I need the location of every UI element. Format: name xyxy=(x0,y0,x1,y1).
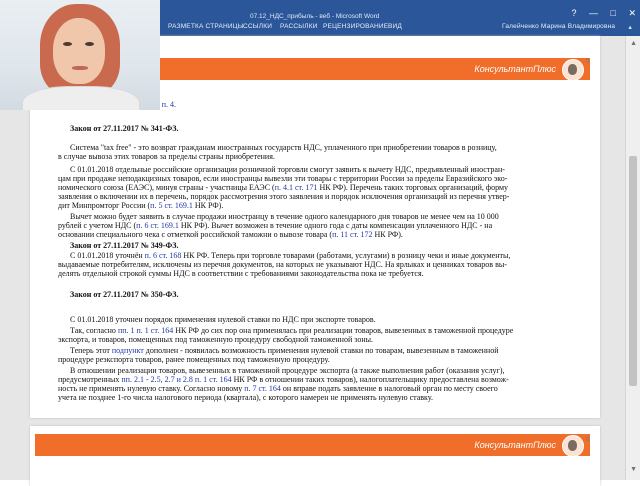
paragraph-line: дит Минпромторг России (п. 5 ст. 169.1 Н… xyxy=(58,201,224,210)
consultant-plus-logo-icon xyxy=(562,435,584,457)
paragraph-line: предусмотренных пп. 2.1 - 2.5, 2.7 и 2.8… xyxy=(58,375,509,384)
paragraph-line: С 01.01.2018 уточнён п. 6 ст. 168 НК РФ.… xyxy=(70,251,511,260)
law-link[interactable]: подпункт xyxy=(112,346,144,355)
paragraph-line: основании специального чека с отметкой р… xyxy=(58,230,403,239)
paragraph-line: Вычет можно будет заявить в случае прода… xyxy=(70,212,499,221)
law-link[interactable]: пп. 1 п. 1 ст. 164 xyxy=(118,326,173,335)
consultant-plus-brand: КонсультантПлюс xyxy=(474,64,556,74)
tab-page-layout[interactable]: РАЗМЕТКА СТРАНИЦЫ xyxy=(168,23,244,30)
close-icon[interactable]: ✕ xyxy=(628,8,636,18)
law-350-heading: Закон от 27.11.2017 № 350-ФЗ. xyxy=(70,290,179,299)
minimize-icon[interactable]: — xyxy=(589,8,598,18)
document-page-next: КонсультантПлюс 6 xyxy=(30,426,600,486)
window-title: 07.12_НДС_прибыль - веб - Microsoft Word xyxy=(250,13,380,20)
page-number: 5 xyxy=(586,58,590,65)
consultant-plus-logo-icon xyxy=(562,59,584,81)
law-link[interactable]: п. 11 ст. 172 xyxy=(332,230,372,239)
tab-view[interactable]: ВИД xyxy=(388,23,402,30)
tab-review[interactable]: РЕЦЕНЗИРОВАНИЕ xyxy=(323,23,388,30)
paragraph-line: цам при продаже неподакцизных товаров, е… xyxy=(58,174,508,183)
tab-mailings[interactable]: РАССЫЛКИ xyxy=(280,23,318,30)
paragraph-line: В отношении реализации товаров, вывезенн… xyxy=(70,366,505,375)
user-name[interactable]: Галейченко Марина Владимировна xyxy=(502,23,615,30)
help-icon[interactable]: ? xyxy=(571,8,576,18)
law-link[interactable]: п. 7 ст. 164 xyxy=(244,384,281,393)
paragraph-line: рублей с учетом НДС (п. 6 ст. 169.1 НК Р… xyxy=(58,221,493,230)
paragraph-line: выдаваемые потребителям, исключены из пе… xyxy=(58,260,507,269)
consultant-plus-header: КонсультантПлюс xyxy=(35,434,590,457)
paragraph-line: делять отдельной строкой суммы НДС в соо… xyxy=(58,269,424,278)
law-341-heading: Закон от 27.11.2017 № 341-ФЗ. xyxy=(70,124,179,133)
paragraph-line: учета не позднее 1-го числа налогового п… xyxy=(58,393,434,402)
paragraph-line: номического союза (ЕАЭС), минуя страны -… xyxy=(58,183,509,192)
scrollbar-thumb[interactable] xyxy=(629,156,637,386)
chevron-up-icon[interactable]: ▴ xyxy=(629,23,632,31)
paragraph-line: заявления о включении их в перечень, пор… xyxy=(58,192,510,201)
paragraph-line: С 01.01.2018 отдельные российские органи… xyxy=(70,165,505,174)
paragraph-line: Система "tax free" - это возврат граждан… xyxy=(70,143,497,152)
scroll-down-icon[interactable]: ▼ xyxy=(630,466,637,473)
paragraph-line: С 01.01.2018 уточнен порядок применения … xyxy=(70,315,376,324)
page-number: 6 xyxy=(586,436,590,443)
vertical-scrollbar[interactable] xyxy=(625,36,640,480)
law-link[interactable]: п. 4.1 ст. 171 xyxy=(275,183,318,192)
law-link[interactable]: п. 6 ст. 169.1 xyxy=(136,221,179,230)
window-controls: ? — □ ✕ xyxy=(561,8,636,19)
paragraph-line: в случае вывоза этих товаров за пределы … xyxy=(58,152,275,161)
scroll-up-icon[interactable]: ▲ xyxy=(630,40,637,47)
paragraph-line: экспорта, и товаров, помещенных под тамо… xyxy=(58,335,374,344)
tab-references[interactable]: ССЫЛКИ xyxy=(243,23,272,30)
law-link[interactable]: п. 5 ст. 169.1 xyxy=(150,201,193,210)
law-349-heading: Закон от 27.11.2017 № 349-ФЗ. xyxy=(70,241,179,250)
webcam-overlay xyxy=(0,0,160,110)
consultant-plus-brand: КонсультантПлюс xyxy=(474,440,556,450)
paragraph-line: Так, согласно пп. 1 п. 1 ст. 164 НК РФ д… xyxy=(70,326,514,335)
law-link[interactable]: пп. 2.1 - 2.5, 2.7 и 2.8 п. 1 ст. 164 xyxy=(121,375,231,384)
paragraph-line: Теперь этот подпункт дополнен - появилас… xyxy=(70,346,499,355)
maximize-icon[interactable]: □ xyxy=(611,8,616,18)
paragraph-line: ность не применять нулевую ставку. Согла… xyxy=(58,384,498,393)
paragraph-line: процедуре реэкспорта товаров, ранее поме… xyxy=(58,355,330,364)
law-link[interactable]: п. 6 ст. 168 xyxy=(145,251,182,260)
